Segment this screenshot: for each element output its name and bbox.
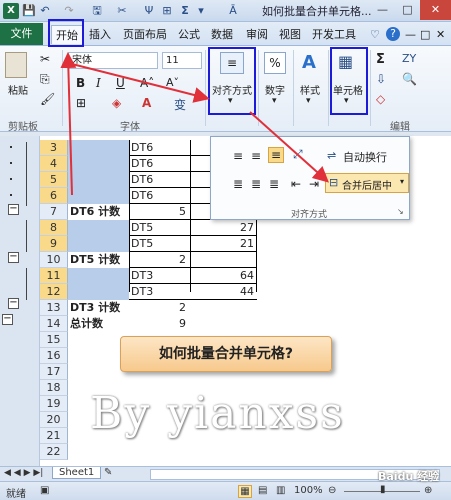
page-layout-icon[interactable]: ▤ (258, 485, 267, 496)
normal-view-icon[interactable]: ▦ (238, 485, 252, 498)
zoom-in-icon[interactable]: ⊕ (424, 485, 432, 496)
arrow-to-merge (249, 111, 329, 183)
sheet-tab[interactable]: Sheet1 (52, 467, 102, 479)
macro-record-icon[interactable]: ▣ (40, 485, 49, 496)
zoom-slider-thumb[interactable]: ▮ (380, 484, 386, 495)
home-tab-highlight-box (48, 19, 84, 47)
baidu-jingyan-watermark: Baidu 经验 (378, 470, 440, 483)
zoom-out-icon[interactable]: ⊖ (328, 485, 336, 496)
instruction-callout: 如何批量合并单元格? (120, 336, 332, 372)
page-break-icon[interactable]: ▥ (276, 485, 285, 496)
author-watermark: By yianxss (90, 388, 345, 439)
arrow-to-alignment (71, 63, 210, 103)
sheet-nav-buttons[interactable]: ◀ ◀ ▶ ▶| (4, 468, 43, 478)
insert-sheet-icon[interactable]: ✎ (104, 467, 112, 478)
status-bar: 就绪 ▣ ▦ ▤ ▥ 100% ⊖ ▮ ⊕ Baidu 经验 (0, 470, 451, 500)
arrow-to-home-tab (60, 52, 77, 196)
status-ready: 就绪 (6, 489, 26, 500)
zoom-level[interactable]: 100% (294, 485, 323, 496)
